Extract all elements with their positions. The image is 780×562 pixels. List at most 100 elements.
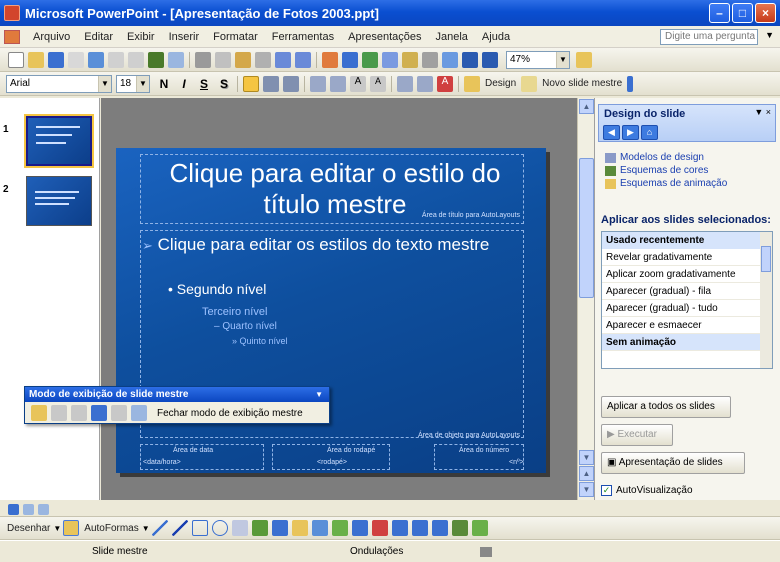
apply-all-slides-button[interactable]: Aplicar a todos os slides [601, 396, 731, 418]
design-button[interactable]: Design [485, 78, 516, 89]
rectangle-icon[interactable] [191, 520, 208, 536]
grid-icon[interactable] [462, 51, 478, 68]
align-right-icon[interactable] [283, 75, 299, 92]
bullet-level-2[interactable]: • Segundo nível [168, 281, 266, 297]
animation-schemes-link[interactable]: Esquemas de animação [605, 178, 727, 189]
task-pane-title[interactable]: Design do slide [604, 108, 685, 120]
research-icon[interactable] [168, 51, 184, 68]
chevron-down-icon[interactable]: ▼ × [754, 107, 771, 117]
document-icon[interactable] [4, 29, 20, 44]
font-color-draw-icon[interactable] [371, 520, 388, 536]
draw-menu-button[interactable]: Desenhar [7, 523, 50, 534]
increase-indent-icon[interactable] [417, 75, 433, 92]
help-icon[interactable] [576, 51, 592, 68]
font-size-select[interactable]: 18 ▼ [116, 74, 150, 93]
scroll-down-icon[interactable]: ▼ [579, 450, 594, 465]
menu-editar[interactable]: Editar [77, 31, 120, 43]
arrow-icon[interactable] [171, 520, 188, 536]
ask-question-input[interactable]: Digite uma pergunta [660, 29, 758, 45]
numbering-icon[interactable] [310, 75, 326, 92]
slide-thumbnail-1[interactable] [24, 114, 94, 168]
format-painter-icon[interactable] [255, 51, 271, 68]
shadow-button[interactable]: S [215, 77, 233, 91]
decrease-indent-icon[interactable] [397, 75, 413, 92]
chevron-down-icon[interactable]: ▼ [53, 524, 61, 533]
email-icon[interactable] [88, 51, 104, 68]
insert-table-icon[interactable] [342, 51, 358, 68]
footer-placeholder[interactable]: Área do rodapé <rodapé> [272, 444, 390, 470]
line-icon[interactable] [151, 520, 168, 536]
play-button[interactable]: ▶ Executar [601, 424, 673, 446]
spelling-status-icon[interactable] [480, 547, 492, 557]
slideshow-button[interactable]: ▣ Apresentação de slides [601, 452, 745, 474]
rename-master-icon[interactable] [111, 405, 127, 421]
slideshow-view-icon[interactable] [38, 503, 49, 515]
open-icon[interactable] [28, 51, 44, 68]
vertical-scrollbar[interactable]: ▲ ▼ ▲ ▼ [577, 98, 594, 500]
align-left-icon[interactable] [243, 75, 259, 92]
design-icon[interactable] [464, 75, 480, 92]
list-item[interactable]: Aparecer e esmaecer [602, 317, 772, 334]
increase-font-icon[interactable]: A [350, 75, 366, 92]
powerpoint-app-icon[interactable] [4, 5, 20, 21]
menu-ferramentas[interactable]: Ferramentas [265, 31, 341, 43]
expand-all-icon[interactable] [422, 51, 438, 68]
oval-icon[interactable] [211, 520, 228, 536]
slide-thumbnail-2[interactable] [26, 176, 92, 226]
insert-diagram-icon[interactable] [382, 51, 398, 68]
menu-ajuda[interactable]: Ajuda [475, 31, 517, 43]
3d-style-icon[interactable] [471, 520, 488, 536]
line-color-icon[interactable] [351, 520, 368, 536]
toolbar-options-icon[interactable] [627, 75, 634, 92]
menu-inserir[interactable]: Inserir [162, 31, 207, 43]
bullet-level-1[interactable]: ➢ Clique para editar os estilos do texto… [142, 234, 522, 257]
copy-icon[interactable] [215, 51, 231, 68]
chevron-down-icon[interactable]: ▼ [98, 75, 111, 92]
undo-icon[interactable] [275, 51, 291, 68]
zoom-select[interactable]: 47% ▼ [506, 50, 570, 69]
delete-master-icon[interactable] [71, 405, 87, 421]
underline-button[interactable]: S [195, 77, 213, 91]
print-icon[interactable] [108, 51, 124, 68]
master-layout-icon[interactable] [131, 405, 147, 421]
line-style-icon[interactable] [391, 520, 408, 536]
forward-icon[interactable]: ▶ [622, 125, 639, 140]
font-color-icon[interactable]: A [437, 75, 453, 92]
italic-button[interactable]: I [175, 77, 193, 91]
bullet-level-3[interactable]: Terceiro nível [202, 306, 267, 318]
list-item[interactable]: Revelar gradativamente [602, 249, 772, 266]
menu-janela[interactable]: Janela [429, 31, 475, 43]
clip-art-icon[interactable] [291, 520, 308, 536]
menu-arquivo[interactable]: Arquivo [26, 31, 77, 43]
design-templates-link[interactable]: Modelos de design [605, 152, 704, 163]
align-center-icon[interactable] [263, 75, 279, 92]
redo-icon[interactable] [295, 51, 311, 68]
menu-exibir[interactable]: Exibir [120, 31, 162, 43]
paste-icon[interactable] [235, 51, 251, 68]
wordart-insert-icon[interactable] [251, 520, 268, 536]
chevron-down-icon[interactable]: ▼ [142, 524, 150, 533]
insert-title-master-icon[interactable] [51, 405, 67, 421]
scroll-up-icon[interactable]: ▲ [579, 99, 594, 114]
save-icon[interactable] [48, 51, 64, 68]
show-formatting-icon[interactable] [442, 51, 458, 68]
insert-new-master-icon[interactable] [31, 405, 47, 421]
wordart-icon[interactable] [402, 51, 418, 68]
list-scrollbar[interactable] [760, 232, 772, 368]
fill-color-icon[interactable] [331, 520, 348, 536]
new-master-button[interactable]: Novo slide mestre [542, 78, 622, 89]
new-icon[interactable] [8, 51, 24, 68]
close-master-view-button[interactable]: Fechar modo de exibição mestre [153, 406, 307, 421]
menu-formatar[interactable]: Formatar [206, 31, 265, 43]
new-slide-icon[interactable] [521, 75, 538, 92]
permission-icon[interactable] [68, 51, 84, 68]
slide-sorter-view-icon[interactable] [23, 503, 34, 515]
arrow-style-icon[interactable] [431, 520, 448, 536]
preserve-master-icon[interactable] [91, 405, 107, 421]
slide-master-canvas[interactable]: Clique para editar o estilo do título me… [116, 148, 546, 473]
font-select[interactable]: Arial ▼ [6, 74, 112, 93]
bullet-level-5[interactable]: » Quinto nível [232, 336, 288, 346]
chevron-down-icon[interactable]: ▼ [556, 51, 569, 68]
insert-picture-icon[interactable] [311, 520, 328, 536]
next-slide-icon[interactable]: ▼ [579, 482, 594, 497]
